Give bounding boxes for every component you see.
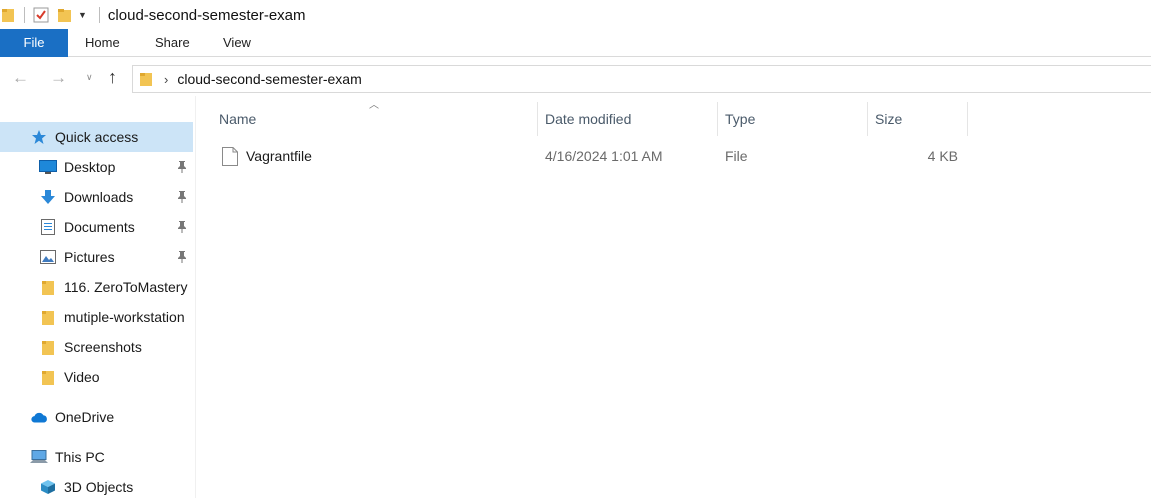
desktop-icon <box>39 159 57 175</box>
computer-icon <box>30 449 48 465</box>
navigation-pane: Quick access Desktop Downloads Documents… <box>0 96 195 498</box>
nav-downloads[interactable]: Downloads <box>0 182 193 212</box>
documents-icon <box>39 219 57 235</box>
nav-label: 116. ZeroToMastery <box>64 279 188 295</box>
up-arrow-icon[interactable]: ↑ <box>108 67 117 88</box>
column-separator[interactable] <box>867 102 868 136</box>
window-title: cloud-second-semester-exam <box>107 6 306 24</box>
folder-icon <box>140 73 152 86</box>
tab-home[interactable]: Home <box>85 29 120 57</box>
nav-desktop[interactable]: Desktop <box>0 152 193 182</box>
nav-label: 3D Objects <box>64 479 134 495</box>
file-type: File <box>725 148 748 164</box>
pin-icon[interactable] <box>176 220 188 234</box>
file-list: ︿ Name Date modified Type Size Vagrantfi… <box>196 96 1151 498</box>
properties-check-icon[interactable] <box>33 7 49 23</box>
file-name[interactable]: Vagrantfile <box>246 141 312 171</box>
recent-locations-chevron-icon[interactable]: ∨ <box>86 72 93 83</box>
column-separator[interactable] <box>967 102 968 136</box>
nav-label: Quick access <box>55 129 139 145</box>
address-row: ← → ∨ ↑ › cloud-second-semester-exam <box>0 62 1151 96</box>
nav-folder-video[interactable]: Video <box>0 362 193 392</box>
download-arrow-icon <box>39 189 57 205</box>
nav-label: Pictures <box>64 249 115 265</box>
folder-icon <box>39 339 57 355</box>
folder-icon <box>2 9 14 22</box>
back-arrow-icon[interactable]: ← <box>12 68 29 88</box>
column-header-type[interactable]: Type <box>725 104 755 134</box>
nav-label: Desktop <box>64 159 116 175</box>
folder-icon <box>39 279 57 295</box>
nav-folder-screenshots[interactable]: Screenshots <box>0 332 193 362</box>
pin-icon[interactable] <box>176 190 188 204</box>
pictures-icon <box>39 249 57 265</box>
nav-label: Screenshots <box>64 339 142 355</box>
title-separator <box>98 7 100 23</box>
nav-folder-zerotomastery[interactable]: 116. ZeroToMastery <box>0 272 193 302</box>
nav-label: Documents <box>64 219 135 235</box>
folder-icon <box>39 369 57 385</box>
nav-pictures[interactable]: Pictures <box>0 242 193 272</box>
column-separator[interactable] <box>717 102 718 136</box>
tab-share[interactable]: Share <box>155 29 190 57</box>
new-folder-icon[interactable] <box>58 8 71 22</box>
title-bar: ▼ cloud-second-semester-exam <box>0 0 1151 30</box>
column-header-name[interactable]: Name <box>219 104 256 134</box>
forward-arrow-icon[interactable]: → <box>50 68 67 88</box>
address-bar[interactable]: › cloud-second-semester-exam <box>132 65 1151 93</box>
nav-documents[interactable]: Documents <box>0 212 193 242</box>
sort-ascending-icon: ︿ <box>369 100 379 111</box>
file-row[interactable]: Vagrantfile 4/16/2024 1:01 AM File 4 KB <box>196 141 1151 171</box>
nav-label: This PC <box>55 449 105 465</box>
nav-this-pc[interactable]: This PC <box>0 442 193 472</box>
file-icon <box>222 147 238 166</box>
tab-file[interactable]: File <box>0 29 68 57</box>
column-header-date-modified[interactable]: Date modified <box>545 104 631 134</box>
breadcrumb-item[interactable]: cloud-second-semester-exam <box>177 71 361 87</box>
column-separator[interactable] <box>537 102 538 136</box>
cloud-icon <box>30 409 48 425</box>
cube-icon <box>39 479 57 495</box>
nav-quick-access[interactable]: Quick access <box>0 122 193 152</box>
file-size: 4 KB <box>927 148 958 164</box>
breadcrumb-chevron-icon[interactable]: › <box>164 72 168 87</box>
customize-toolbar-dropdown-icon[interactable]: ▼ <box>78 10 87 20</box>
file-date-modified: 4/16/2024 1:01 AM <box>545 148 663 164</box>
column-header-size[interactable]: Size <box>875 104 902 134</box>
quick-access-toolbar: ▼ <box>0 0 87 30</box>
ribbon-tabs: File Home Share View <box>0 29 1151 57</box>
nav-label: Video <box>64 369 100 385</box>
pin-icon[interactable] <box>176 250 188 264</box>
toolbar-separator <box>24 7 25 23</box>
nav-onedrive[interactable]: OneDrive <box>0 402 193 432</box>
nav-folder-mutiple-workstation[interactable]: mutiple-workstation <box>0 302 193 332</box>
nav-label: Downloads <box>64 189 134 205</box>
nav-3d-objects[interactable]: 3D Objects <box>0 472 193 498</box>
star-icon <box>30 129 48 145</box>
tab-view[interactable]: View <box>223 29 251 57</box>
folder-icon <box>39 309 57 325</box>
pin-icon[interactable] <box>176 160 188 174</box>
nav-label: mutiple-workstation <box>64 309 185 325</box>
nav-label: OneDrive <box>55 409 115 425</box>
